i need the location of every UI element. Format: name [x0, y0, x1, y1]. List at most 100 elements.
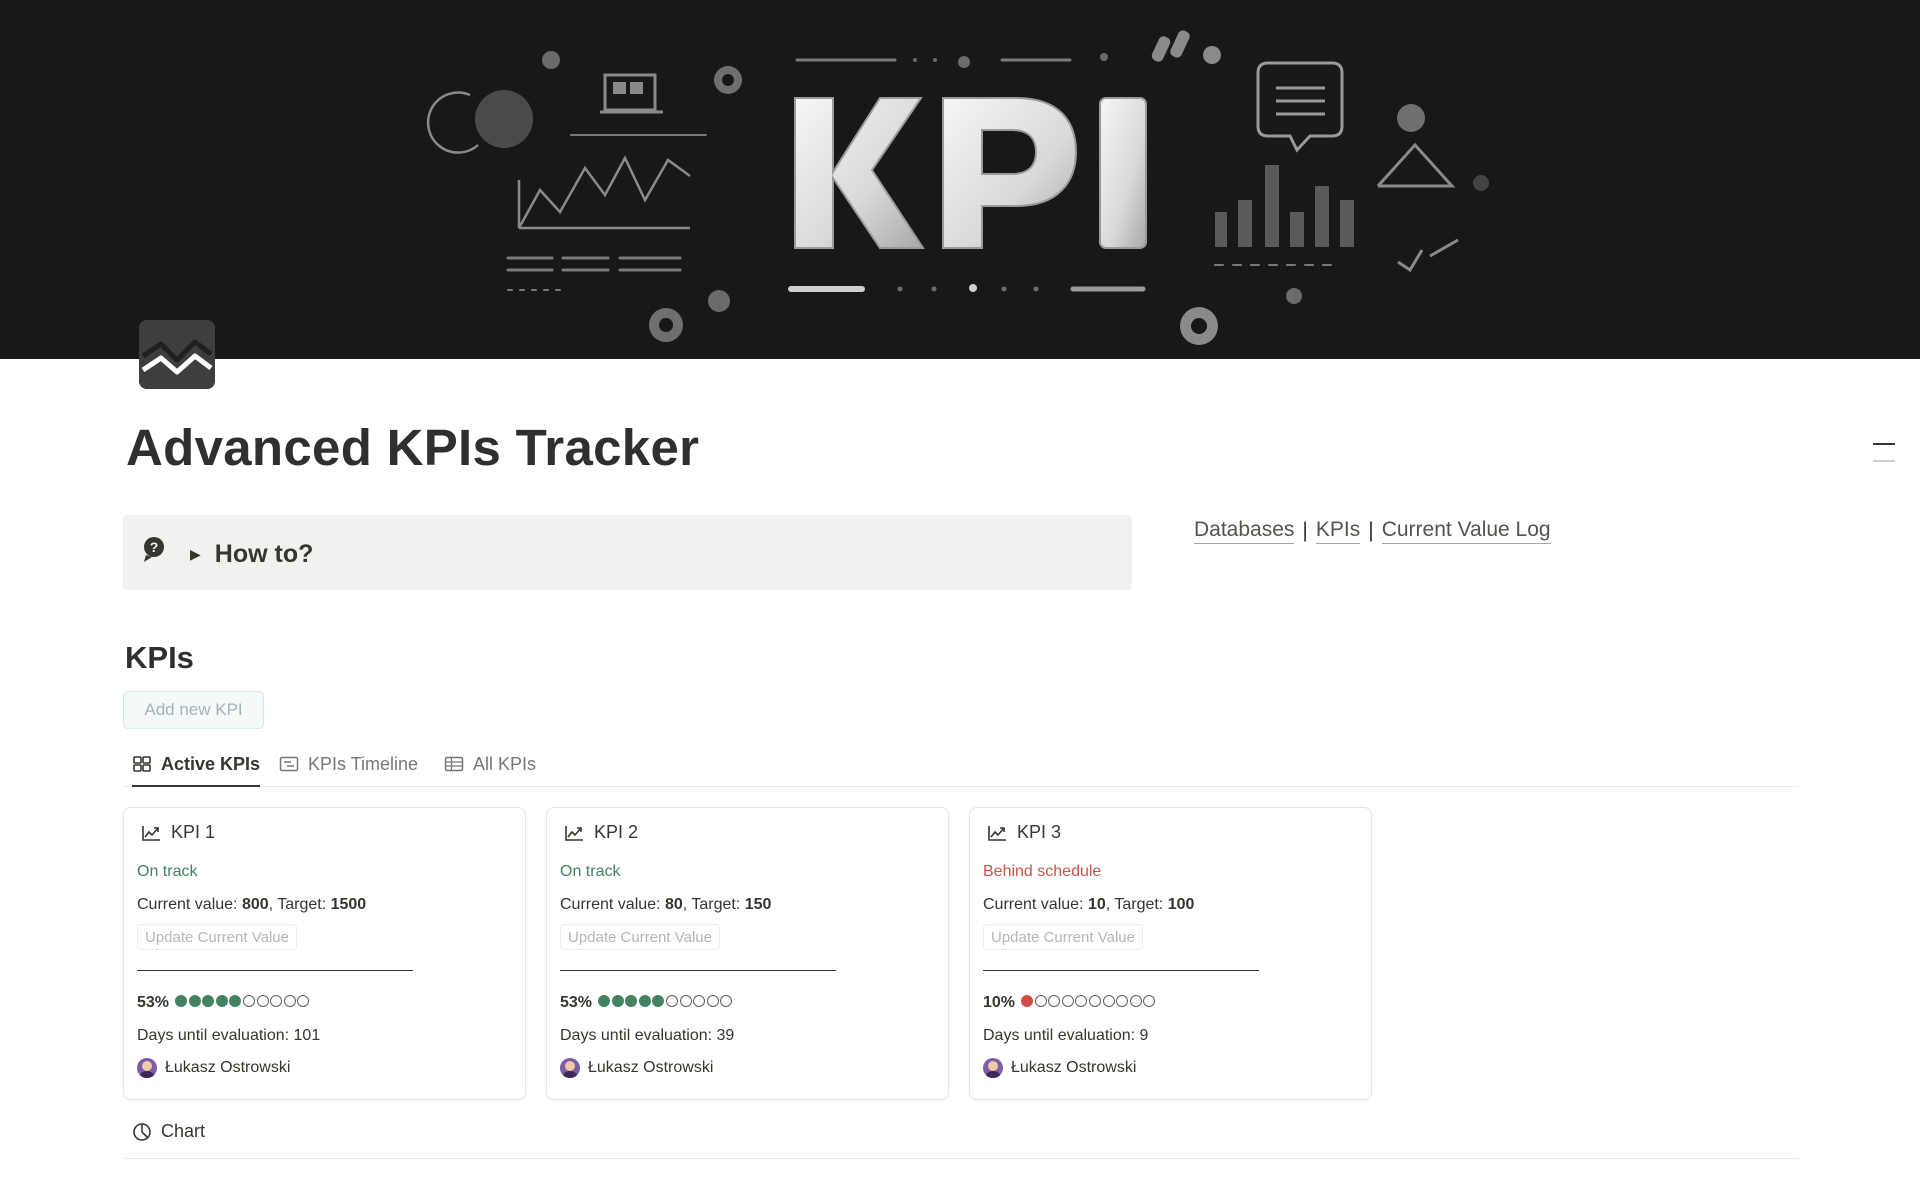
link-separator: | [1368, 519, 1374, 542]
kpi-progress: 53% [137, 994, 311, 1012]
progress-dot-empty [1129, 995, 1142, 1007]
progress-dot-filled [229, 995, 242, 1007]
progress-percent: 10% [983, 994, 1016, 1011]
chart-label: Chart [161, 1121, 206, 1141]
days-until-evaluation: Days until evaluation: 39 [560, 1027, 735, 1044]
avatar [560, 1058, 580, 1078]
kpi-values: Current value: 10, Target: 100 [983, 896, 1195, 913]
tab-active-kpis[interactable]: Active KPIs [132, 742, 261, 787]
kpi-owner: Łukasz Ostrowski [983, 1058, 1136, 1078]
progress-dot-empty [256, 995, 269, 1007]
current-value: 10 [1087, 896, 1106, 913]
kpi-card[interactable]: KPI 2 On track Current value: 80, Target… [546, 807, 949, 1100]
progress-dot-empty [1116, 995, 1129, 1007]
kpi-card-title: KPI 1 [141, 822, 215, 843]
progress-dot-empty [1102, 995, 1115, 1007]
update-current-value-button[interactable]: Update Current Value [983, 924, 1143, 950]
tab-all-kpis[interactable]: All KPIs [444, 742, 536, 786]
progress-dot-empty [1089, 995, 1101, 1007]
progress-dot-empty [1061, 995, 1074, 1007]
kpi-status: On track [560, 863, 621, 880]
progress-dot-empty [283, 995, 296, 1007]
kpi-values: Current value: 80, Target: 150 [560, 896, 772, 913]
progress-dots [175, 994, 311, 1012]
tab-label: Active KPIs [161, 753, 261, 774]
divider [983, 970, 1259, 971]
progress-dot-filled [202, 995, 215, 1007]
progress-dot-filled [598, 995, 611, 1007]
progress-dot-filled [611, 995, 624, 1007]
target-value: 1500 [330, 896, 367, 913]
progress-dot-filled [215, 995, 228, 1007]
chart-icon [133, 1122, 151, 1141]
tab-label: All KPIs [473, 753, 537, 774]
toggle-triangle-icon[interactable]: ▶ [190, 546, 201, 563]
days-until-evaluation: Days until evaluation: 9 [983, 1027, 1149, 1044]
kpi-name: KPI 1 [171, 822, 216, 842]
chart-toggle[interactable]: Chart [132, 1121, 205, 1142]
days-until-evaluation: Days until evaluation: 101 [137, 1027, 321, 1044]
divider [137, 970, 413, 971]
progress-dot-empty [706, 995, 719, 1007]
databases-link[interactable]: Databases [1194, 518, 1295, 544]
timeline-icon [279, 756, 299, 772]
progress-dot-empty [720, 995, 733, 1007]
view-tabs: Active KPIs KPIs Timeline All KPIs [123, 742, 1799, 787]
progress-dot-empty [297, 995, 310, 1007]
progress-dot-filled [638, 995, 651, 1007]
chart-section: Chart [123, 1114, 1799, 1159]
progress-dot-filled [625, 995, 638, 1007]
target-value: 100 [1167, 896, 1195, 913]
progress-dot-empty [1075, 995, 1088, 1007]
kpis-link[interactable]: KPIs [1315, 518, 1361, 544]
add-new-kpi-button[interactable]: Add new KPI [123, 691, 264, 729]
progress-dots [598, 994, 734, 1012]
kpis-heading: KPIs [125, 640, 194, 675]
kpi-card-title: KPI 3 [987, 822, 1061, 843]
page-icon[interactable] [139, 320, 215, 389]
progress-dot-filled [652, 995, 665, 1007]
table-icon [444, 756, 464, 772]
gallery-icon [133, 756, 151, 772]
trend-chart-icon [988, 825, 1006, 841]
divider [560, 970, 836, 971]
avatar [983, 1058, 1003, 1078]
progress-dots [1021, 994, 1157, 1012]
kpi-owner: Łukasz Ostrowski [137, 1058, 290, 1078]
progress-dot-empty [1048, 995, 1061, 1007]
current-value-log-link[interactable]: Current Value Log [1381, 518, 1551, 544]
progress-dot-empty [1034, 995, 1047, 1007]
avatar [137, 1058, 157, 1078]
progress-dot-empty [679, 995, 692, 1007]
progress-dot-empty [693, 995, 706, 1007]
current-value: 80 [664, 896, 683, 913]
progress-dot-empty [1143, 995, 1156, 1007]
kpi-name: KPI 3 [1017, 822, 1062, 842]
page-title: Advanced KPIs Tracker [126, 419, 700, 476]
kpi-values: Current value: 800, Target: 1500 [137, 896, 367, 913]
update-current-value-button[interactable]: Update Current Value [137, 924, 297, 950]
tab-kpis-timeline[interactable]: KPIs Timeline [279, 742, 418, 786]
svg-text:?: ? [150, 539, 159, 555]
target-value: 150 [744, 896, 772, 913]
how-to-label: How to? [214, 539, 314, 568]
progress-dot-filled [175, 995, 188, 1007]
owner-name: Łukasz Ostrowski [1011, 1059, 1137, 1076]
kpi-card[interactable]: KPI 1 On track Current value: 800, Targe… [123, 807, 526, 1100]
kpi-card[interactable]: KPI 3 Behind schedule Current value: 10,… [969, 807, 1372, 1100]
progress-dot-empty [243, 995, 255, 1007]
kpi-owner: Łukasz Ostrowski [560, 1058, 713, 1078]
how-to-toggle[interactable]: ▶ How to? [190, 539, 313, 569]
kpi-illustration [426, 30, 1489, 345]
progress-percent: 53% [560, 994, 593, 1011]
table-of-contents-control[interactable] [1873, 440, 1895, 466]
owner-name: Łukasz Ostrowski [588, 1059, 714, 1076]
how-to-callout: ? ▶ How to? [123, 515, 1132, 590]
kpi-status: Behind schedule [983, 863, 1102, 880]
trend-chart-icon [142, 825, 160, 841]
progress-dot-filled [1021, 995, 1034, 1007]
kpi-card-title: KPI 2 [564, 822, 638, 843]
update-current-value-button[interactable]: Update Current Value [560, 924, 720, 950]
tab-label: KPIs Timeline [308, 753, 419, 774]
kpi-status: On track [137, 863, 198, 880]
